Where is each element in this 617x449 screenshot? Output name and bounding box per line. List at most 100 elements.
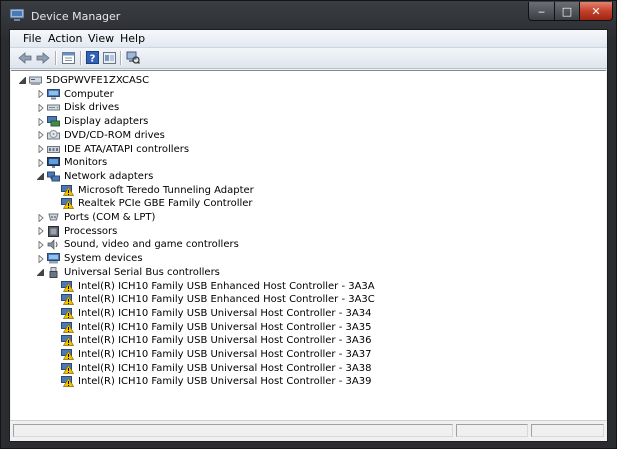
tree-item-label: Realtek PCIe GBE Family Controller bbox=[78, 198, 253, 210]
display-adapter-icon bbox=[47, 116, 60, 127]
expand-arrow-icon[interactable] bbox=[37, 117, 44, 126]
toolbar-separator bbox=[55, 51, 56, 65]
device-tree[interactable]: 5DGPWVFE1ZXCASC Computer Disk drives Displa… bbox=[11, 70, 606, 421]
expand-arrow-icon[interactable] bbox=[37, 90, 44, 99]
collapse-arrow-icon[interactable] bbox=[37, 268, 44, 277]
tree-category[interactable]: Network adapters bbox=[37, 170, 153, 183]
back-icon bbox=[18, 51, 32, 64]
tree-category[interactable]: Ports (COM & LPT) bbox=[37, 211, 155, 224]
tree-device-warning[interactable]: Intel(R) ICH10 Family USB Universal Host… bbox=[51, 307, 371, 320]
network-adapter-icon bbox=[47, 171, 60, 182]
system-device-icon bbox=[47, 253, 60, 264]
toolbar-separator bbox=[80, 51, 81, 65]
menu-file[interactable]: File bbox=[23, 32, 41, 45]
menu-action[interactable]: Action bbox=[48, 32, 82, 45]
tree-category[interactable]: Sound, video and game controllers bbox=[37, 238, 239, 251]
help-icon: ? bbox=[85, 51, 99, 64]
warning-device-icon bbox=[61, 335, 75, 347]
tree-category[interactable]: System devices bbox=[37, 252, 143, 265]
tree-category[interactable]: Disk drives bbox=[37, 101, 119, 114]
maximize-icon: □ bbox=[561, 4, 573, 18]
warning-device-icon bbox=[61, 362, 75, 374]
no-expander bbox=[51, 295, 58, 304]
tree-device-warning[interactable]: Intel(R) ICH10 Family USB Universal Host… bbox=[51, 375, 371, 388]
status-pane-2 bbox=[456, 424, 528, 437]
warning-device-icon bbox=[61, 184, 75, 196]
no-expander bbox=[51, 323, 58, 332]
tree-device-warning[interactable]: Intel(R) ICH10 Family USB Universal Host… bbox=[51, 334, 371, 347]
tree-category[interactable]: DVD/CD-ROM drives bbox=[37, 129, 165, 142]
tree-device-warning[interactable]: Intel(R) ICH10 Family USB Enhanced Host … bbox=[51, 293, 375, 306]
no-expander bbox=[51, 282, 58, 291]
warning-device-icon bbox=[61, 376, 75, 388]
title-bar[interactable]: Device Manager ‒ □ ✕ bbox=[1, 1, 616, 29]
collapse-arrow-icon[interactable] bbox=[19, 76, 26, 85]
tree-category[interactable]: Display adapters bbox=[37, 115, 148, 128]
tree-item-label: Monitors bbox=[64, 157, 108, 169]
status-pane-main bbox=[13, 424, 453, 437]
maximize-button[interactable]: □ bbox=[554, 2, 580, 21]
tree-category[interactable]: Computer bbox=[37, 88, 114, 101]
expand-arrow-icon[interactable] bbox=[37, 254, 44, 263]
no-expander bbox=[51, 364, 58, 373]
menu-view[interactable]: View bbox=[88, 32, 114, 45]
tree-device-warning[interactable]: Intel(R) ICH10 Family USB Universal Host… bbox=[51, 362, 371, 375]
tree-item-label: DVD/CD-ROM drives bbox=[64, 129, 165, 141]
properties-button[interactable] bbox=[60, 50, 76, 65]
window-title: Device Manager bbox=[31, 10, 121, 23]
device-manager-window: Device Manager ‒ □ ✕ File Action View He… bbox=[0, 0, 617, 449]
dvd-drive-icon bbox=[47, 129, 60, 141]
expand-arrow-icon[interactable] bbox=[37, 103, 44, 112]
tree-category[interactable]: Monitors bbox=[37, 156, 107, 169]
expand-arrow-icon[interactable] bbox=[37, 227, 44, 236]
tree-item-label: Intel(R) ICH10 Family USB Universal Host… bbox=[78, 349, 372, 360]
tree-device-warning[interactable]: Intel(R) ICH10 Family USB Enhanced Host … bbox=[51, 280, 375, 293]
toolbar-separator bbox=[120, 51, 121, 65]
tree-item-label: Intel(R) ICH10 Family USB Universal Host… bbox=[78, 362, 372, 374]
expand-arrow-icon[interactable] bbox=[37, 240, 44, 249]
forward-button[interactable] bbox=[35, 50, 51, 65]
tree-device-warning[interactable]: Intel(R) ICH10 Family USB Universal Host… bbox=[51, 348, 371, 361]
tree-item-label: Processors bbox=[64, 225, 118, 237]
processor-icon bbox=[47, 225, 60, 237]
menu-bar: File Action View Help bbox=[10, 30, 607, 48]
back-button[interactable] bbox=[17, 50, 33, 65]
expand-arrow-icon[interactable] bbox=[37, 145, 44, 154]
properties-icon bbox=[61, 51, 75, 64]
menu-help[interactable]: Help bbox=[120, 32, 145, 45]
computer-icon bbox=[47, 88, 60, 100]
help-button[interactable]: ? bbox=[84, 50, 100, 65]
show-hide-button[interactable] bbox=[101, 50, 117, 65]
close-icon: ✕ bbox=[591, 4, 601, 18]
tree-item-label: Network adapters bbox=[64, 170, 154, 182]
tree-item-label: Display adapters bbox=[64, 116, 149, 128]
forward-icon bbox=[36, 51, 50, 64]
no-expander bbox=[51, 377, 58, 386]
sound-icon bbox=[47, 239, 60, 251]
tree-category[interactable]: Universal Serial Bus controllers bbox=[37, 266, 220, 279]
expand-arrow-icon[interactable] bbox=[37, 213, 44, 222]
status-pane-3 bbox=[531, 424, 604, 437]
tree-device-warning[interactable]: Intel(R) ICH10 Family USB Universal Host… bbox=[51, 321, 371, 334]
expand-arrow-icon[interactable] bbox=[37, 131, 44, 140]
warning-device-icon bbox=[61, 294, 75, 306]
monitor-icon bbox=[47, 157, 60, 169]
no-expander bbox=[51, 309, 58, 318]
tree-category[interactable]: Processors bbox=[37, 225, 117, 238]
collapse-arrow-icon[interactable] bbox=[37, 172, 44, 181]
warning-device-icon bbox=[61, 321, 75, 333]
tree-category[interactable]: IDE ATA/ATAPI controllers bbox=[37, 143, 189, 156]
tree-device-warning[interactable]: Microsoft Teredo Tunneling Adapter bbox=[51, 184, 254, 197]
tree-item-label: Intel(R) ICH10 Family USB Enhanced Host … bbox=[78, 294, 375, 306]
close-button[interactable]: ✕ bbox=[579, 2, 613, 21]
scan-hardware-icon bbox=[126, 51, 140, 64]
warning-device-icon bbox=[61, 280, 75, 292]
no-expander bbox=[51, 199, 58, 208]
tree-item-label: Intel(R) ICH10 Family USB Universal Host… bbox=[78, 335, 372, 347]
expand-arrow-icon[interactable] bbox=[37, 158, 44, 167]
tree-root[interactable]: 5DGPWVFE1ZXCASC bbox=[19, 74, 149, 87]
minimize-button[interactable]: ‒ bbox=[528, 2, 555, 21]
scan-hardware-button[interactable] bbox=[125, 50, 141, 65]
tree-device-warning[interactable]: Realtek PCIe GBE Family Controller bbox=[51, 197, 253, 210]
ide-controller-icon bbox=[47, 144, 60, 155]
